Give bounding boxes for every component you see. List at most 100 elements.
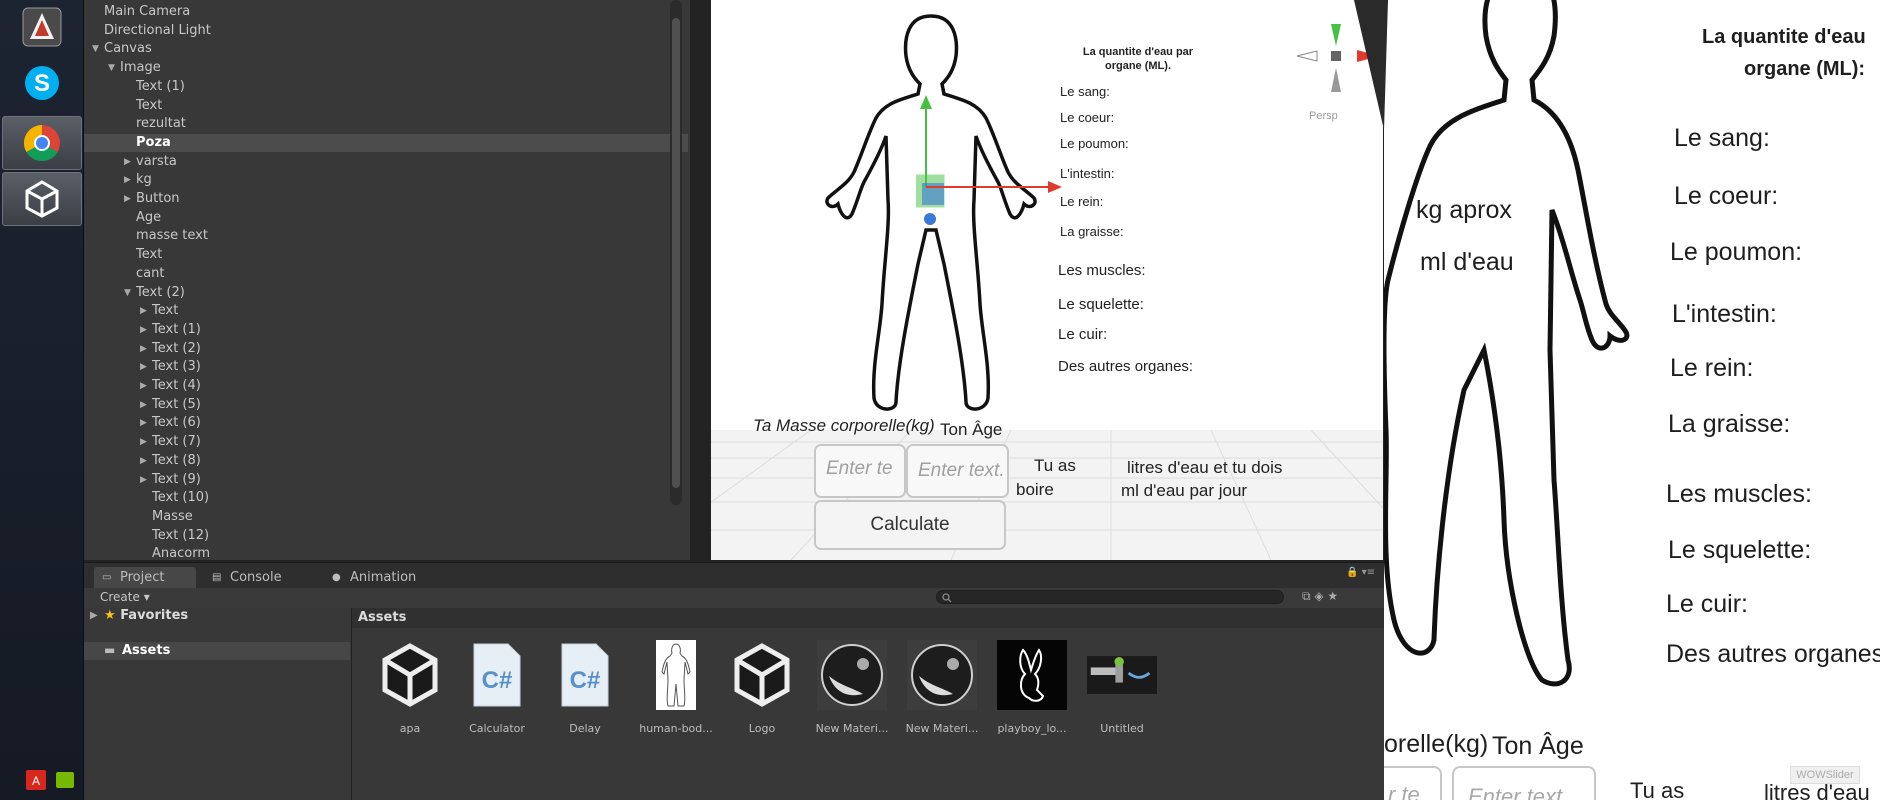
zoom-organ-label: Le squelette: [1668,536,1812,564]
hierarchy-item[interactable]: Text [84,97,688,115]
collapsed-arrow-icon[interactable]: ▶ [140,377,147,395]
collapsed-arrow-icon[interactable]: ▶ [140,433,147,451]
asset-item[interactable]: human-bod... [632,640,720,735]
hierarchy-item[interactable]: ▶ Text (1) [84,321,688,339]
hierarchy-item[interactable]: Masse [84,508,688,526]
hierarchy-item-label: Text (2) [152,340,201,356]
collapsed-arrow-icon[interactable]: ▶ [140,302,147,320]
tab-project[interactable]: ▭ Project [94,567,196,589]
hierarchy-item[interactable]: ▶ Text (4) [84,377,688,395]
hierarchy-item[interactable]: ▶ Text (7) [84,433,688,451]
collapsed-arrow-icon[interactable]: ▶ [140,452,147,470]
hierarchy-item[interactable]: rezultat [84,115,688,133]
age-input[interactable]: Enter text. [906,444,1009,498]
collapsed-arrow-icon[interactable]: ▶ [124,190,131,208]
asset-item[interactable]: New Materi... [808,640,896,735]
app-launcher-icon[interactable] [2,0,82,54]
expanded-arrow-icon[interactable]: ▼ [124,284,131,302]
hierarchy-item-label: Text (8) [152,452,201,468]
zoom-tu-as: Tu as [1630,778,1685,800]
collapsed-arrow-icon[interactable]: ▶ [140,396,147,414]
lock-icon[interactable]: 🔒 ▾≡ [1346,567,1375,578]
asset-item[interactable]: Logo [718,640,806,735]
scene-title-line1: La quantite d'eau par [1082,46,1194,58]
collapsed-arrow-icon[interactable]: ▶ [140,340,147,358]
tab-animation[interactable]: ● Animation [324,567,434,589]
animation-icon: ● [332,572,341,583]
hierarchy-item[interactable]: ▶ kg [84,171,688,189]
folder-icon: ▬ [104,643,116,657]
expanded-arrow-icon[interactable]: ▼ [92,40,99,58]
filter-icons[interactable]: ⧉ ◈ ★ [1302,589,1338,604]
hierarchy-item[interactable]: Main Camera [84,3,688,21]
hierarchy-item[interactable]: Directional Light [84,22,688,40]
hierarchy-item[interactable]: Poza [84,133,688,152]
assets-header-label[interactable]: Assets [358,610,406,625]
zoom-organ-label: Le cuir: [1666,590,1748,618]
hierarchy-item[interactable]: masse text [84,227,688,245]
hierarchy-item[interactable]: ▶ varsta [84,153,688,171]
hierarchy-item[interactable]: ▶ Text (6) [84,414,688,432]
favorites-item[interactable]: ★ Favorites [104,608,188,623]
create-button[interactable]: Create ▾ [100,590,150,604]
hierarchy-item[interactable]: ▶ Text (2) [84,340,688,358]
hierarchy-item[interactable]: Text (1) [84,78,688,96]
chrome-icon[interactable] [2,116,82,170]
acrobat-icon[interactable]: A [26,770,46,794]
expanded-arrow-icon[interactable]: ▼ [108,59,115,77]
hierarchy-item[interactable]: Text (12) [84,527,688,545]
zoom-organ-label: L'intestin: [1672,300,1777,328]
transform-gizmo[interactable] [916,95,1066,235]
collapsed-arrow-icon[interactable]: ▶ [124,171,131,189]
asset-label: Calculator [469,722,525,735]
hierarchy-item-label: Text [136,97,163,113]
hierarchy-item[interactable]: ▼ Text (2) [84,284,688,302]
asset-item[interactable]: C# Calculator [453,640,541,735]
hierarchy-item[interactable]: ▶ Text (8) [84,452,688,470]
project-tabbar: ▭ Project ▤ Console ● Animation [84,562,1384,589]
asset-item[interactable]: Untitled [1078,640,1166,735]
collapsed-arrow-icon[interactable]: ▶ [140,321,147,339]
collapsed-arrow-icon[interactable]: ▶ [140,358,147,376]
hierarchy-item[interactable]: ▶ Text (5) [84,396,688,414]
hierarchy-item-label: Text (7) [152,434,201,450]
hierarchy-item[interactable]: ▼ Canvas [84,40,688,58]
nvidia-icon[interactable] [56,772,74,792]
asset-item[interactable]: apa [366,640,454,735]
hierarchy-item[interactable]: cant [84,265,688,283]
hierarchy-item-label: Image [120,60,161,76]
asset-item[interactable]: C# Delay [541,640,629,735]
hierarchy-item[interactable]: ▼ Image [84,59,688,77]
scene-view[interactable]: Persp La quantite d'eau par organe (ML).… [711,0,1383,560]
hierarchy-item[interactable]: ▶ Text (9) [84,471,688,489]
collapsed-arrow-icon[interactable]: ▶ [124,153,131,171]
age-label: Ton Âge [940,420,1003,439]
hierarchy-item[interactable]: ▶ Text (3) [84,358,688,376]
unity-logo-icon [375,640,445,710]
zoomed-preview-image: La quantite d'eau organe (ML): kg aprox … [1384,0,1880,800]
ml-deau-label: ml d'eau [1420,248,1514,276]
calculate-button[interactable]: Calculate [814,500,1006,550]
watermark: WOWSlider [1790,766,1860,784]
hierarchy-scrollbar[interactable] [670,0,682,505]
asset-item[interactable]: New Materi... [898,640,986,735]
hierarchy-item[interactable]: Text [84,246,688,264]
collapsed-arrow-icon[interactable]: ▶ [140,414,147,432]
hierarchy-item-label: Anacorm [152,546,210,560]
mass-input[interactable]: Enter te [814,444,906,498]
collapsed-arrow-icon[interactable]: ▶ [140,471,147,489]
skype-icon[interactable]: S [2,56,82,110]
assets-folder-item[interactable]: ▬ Assets [84,642,350,660]
hierarchy-item[interactable]: Text (10) [84,489,688,507]
tab-console[interactable]: ▤ Console [204,567,314,589]
hierarchy-item[interactable]: ▶ Button [84,190,688,208]
unity-icon[interactable] [2,172,82,226]
hierarchy-item-label: kg [136,172,152,188]
hierarchy-item[interactable]: Anacorm [84,545,688,560]
hierarchy-item[interactable]: Age [84,209,688,227]
asset-label: apa [399,722,421,735]
hierarchy-item[interactable]: ▶ Text [84,302,688,320]
project-search-input[interactable] [936,590,1284,604]
asset-item[interactable]: playboy_lo... [988,640,1076,735]
scene-organ-label: Le sang: [1060,84,1110,99]
